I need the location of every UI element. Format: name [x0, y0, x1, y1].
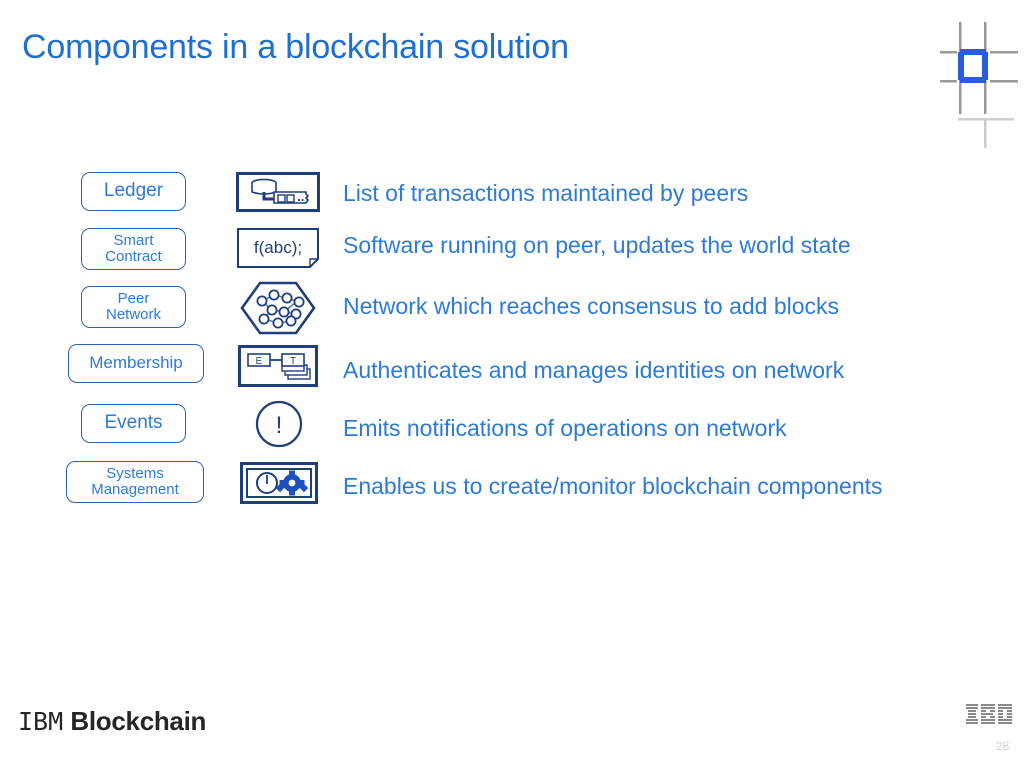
description-ledger: List of transactions maintained by peers	[343, 180, 749, 206]
smart-contract-icon: f(abc);	[236, 227, 320, 269]
smart-contract-caption: f(abc);	[254, 238, 302, 257]
description-peer-network: Network which reaches consensus to add b…	[343, 293, 840, 319]
description-membership: Authenticates and manages identities on …	[343, 357, 845, 383]
label-line: Events	[104, 412, 163, 434]
membership-e-label: E	[256, 356, 263, 367]
label-peer-network[interactable]: Peer Network	[81, 286, 186, 328]
label-ledger[interactable]: Ledger	[81, 172, 186, 211]
events-exclamation-label: !	[276, 412, 283, 439]
membership-icon: E T	[238, 345, 318, 387]
ledger-icon	[236, 172, 320, 212]
ibm-striped-logo	[966, 704, 1012, 724]
label-systems-management[interactable]: Systems Management	[66, 461, 204, 503]
label-line: Ledger	[103, 180, 164, 202]
systems-management-icon-svg	[240, 462, 318, 504]
label-line: Peer	[117, 289, 150, 307]
label-line: Membership	[89, 353, 183, 373]
peer-network-icon-svg	[240, 281, 316, 335]
description-systems-management: Enables us to create/monitor blockchain …	[343, 473, 883, 499]
blockchain-wordmark: Blockchain	[70, 706, 207, 736]
description-smart-contract: Software running on peer, updates the wo…	[343, 232, 851, 258]
label-membership[interactable]: Membership	[68, 344, 204, 383]
label-smart-contract[interactable]: Smart Contract	[81, 228, 186, 270]
ibm-wordmark: IBM	[18, 707, 64, 736]
ibm-striped-logo-svg	[966, 704, 1012, 724]
label-line: Network	[105, 306, 161, 323]
membership-icon-svg: E T	[238, 345, 318, 387]
label-line: Smart	[113, 231, 154, 249]
description-events: Emits notifications of operations on net…	[343, 415, 787, 441]
page-number: 28	[996, 739, 1010, 753]
ibm-blockchain-logo: IBM Blockchain	[18, 706, 206, 737]
components-list: Ledger List of transactions maintained b…	[0, 0, 1024, 768]
smart-contract-icon-svg: f(abc);	[237, 228, 319, 268]
label-line: Contract	[105, 248, 162, 265]
events-icon-svg: !	[255, 400, 303, 448]
peer-network-icon	[238, 281, 318, 335]
systems-management-icon	[240, 462, 318, 504]
ledger-icon-svg	[236, 172, 320, 212]
component-row-systems-management: Systems Management Enables us to create/…	[0, 0, 1024, 504]
membership-t-label: T	[290, 356, 296, 367]
label-line: Management	[91, 481, 179, 498]
label-events[interactable]: Events	[81, 404, 186, 443]
label-line: Systems	[106, 464, 164, 482]
events-icon: !	[248, 398, 310, 450]
